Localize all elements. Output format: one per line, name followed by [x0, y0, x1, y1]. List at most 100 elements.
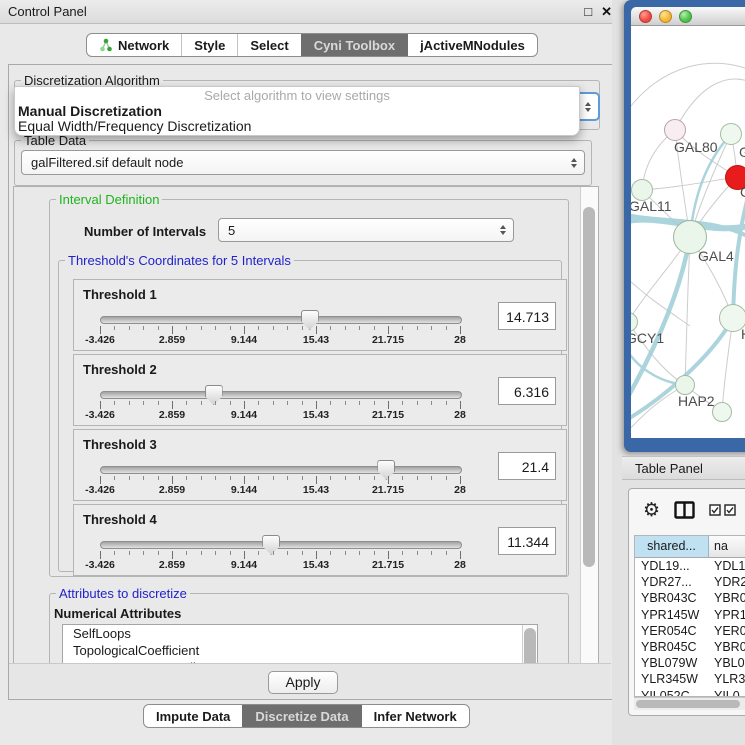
tab-network[interactable]: Network [87, 34, 181, 56]
attributes-group-title: Attributes to discretize [56, 586, 190, 601]
apply-button[interactable]: Apply [268, 671, 338, 694]
attribute-list-item[interactable]: TopologicalCoefficient [63, 642, 537, 659]
table-cell[interactable]: YER0 [708, 623, 745, 639]
tick-mark [287, 326, 288, 330]
network-canvas[interactable]: GAL80GCGAL11GAL4GCY1HHAP2 [631, 26, 745, 438]
tab-cyni-toolbox[interactable]: Cyni Toolbox [301, 34, 407, 56]
tab-jactivemnodules-label: jActiveMNodules [420, 38, 525, 53]
table-row[interactable]: YBR043CYBR0 [635, 590, 745, 606]
tab-discretize-data[interactable]: Discretize Data [242, 705, 360, 727]
num-intervals-value: 5 [228, 223, 235, 238]
column-header-name[interactable]: na [709, 536, 745, 557]
close-window-icon[interactable]: ✕ [601, 4, 612, 20]
table-cell[interactable]: YDL19... [635, 558, 708, 574]
table-row[interactable]: YBL079WYBL0 [635, 655, 745, 671]
table-horizontal-scrollbar-thumb[interactable] [636, 700, 740, 708]
control-panel-titlebar: Control Panel □ ✕ [0, 0, 620, 24]
float-window-icon[interactable]: □ [584, 4, 592, 20]
algorithm-dropdown-popup: Select algorithm to view settings Manual… [14, 86, 580, 136]
zoom-traffic-light-icon[interactable] [679, 10, 692, 23]
table-row[interactable]: YLR345WYLR3 [635, 671, 745, 687]
table-cell[interactable]: YLR345W [635, 671, 708, 687]
table-cell[interactable]: YPR1 [708, 607, 745, 623]
threshold-slider[interactable] [100, 316, 462, 324]
tick-mark [374, 326, 375, 330]
network-node[interactable] [675, 375, 695, 395]
tick-mark [446, 551, 447, 555]
table-cell[interactable]: YIL0 [708, 688, 745, 698]
tab-infer-network[interactable]: Infer Network [361, 705, 469, 727]
threshold-slider[interactable] [100, 391, 462, 399]
threshold-slider[interactable] [100, 541, 462, 549]
table-cell[interactable]: YBL0 [708, 655, 745, 671]
tick-mark [273, 401, 274, 405]
tick-mark [230, 401, 231, 405]
network-node[interactable] [664, 119, 686, 141]
table-cell[interactable]: YBL079W [635, 655, 708, 671]
table-panel-title: Table Panel [635, 461, 703, 476]
attribute-list-item[interactable]: SelfLoops [63, 625, 537, 642]
checkbox-checked-icon[interactable] [709, 504, 721, 516]
tick-mark [374, 401, 375, 405]
table-row[interactable]: YIL052CYIL0 [635, 688, 745, 698]
tab-style[interactable]: Style [181, 34, 237, 56]
tick-mark [345, 401, 346, 405]
network-node-label: GAL4 [698, 248, 734, 264]
network-view-window[interactable]: GAL80GCGAL11GAL4GCY1HHAP2 [624, 0, 745, 452]
algorithm-option[interactable]: Equal Width/Frequency Discretization [18, 118, 251, 134]
control-panel-title: Control Panel [8, 4, 87, 19]
tick-mark [330, 401, 331, 405]
network-node[interactable] [720, 123, 742, 145]
network-window-titlebar[interactable] [631, 7, 745, 26]
minimize-traffic-light-icon[interactable] [659, 10, 672, 23]
tick-mark [273, 551, 274, 555]
table-cell[interactable]: YBR0 [708, 590, 745, 606]
tick-mark [244, 401, 245, 409]
threshold-value-field[interactable]: 21.4 [498, 452, 556, 480]
tick-mark [201, 326, 202, 330]
num-intervals-combobox[interactable]: 5 [218, 218, 514, 242]
table-data-combobox[interactable]: galFiltered.sif default node [21, 150, 585, 175]
algorithm-option[interactable]: Manual Discretization [18, 103, 162, 119]
table-row[interactable]: YDR27...YDR2 [635, 574, 745, 590]
table-data-group: Table Data galFiltered.sif default node [14, 140, 592, 186]
table-row[interactable]: YDL19...YDL1 [635, 558, 745, 574]
network-node[interactable] [712, 402, 732, 422]
table-cell[interactable]: YBR0 [708, 639, 745, 655]
tick-label: -3.426 [85, 559, 115, 571]
checkbox-checked-icon[interactable] [724, 504, 736, 516]
threshold-slider[interactable] [100, 466, 462, 474]
tick-mark [201, 551, 202, 555]
threshold-value-field[interactable]: 11.344 [498, 527, 556, 555]
table-row[interactable]: YBR045CYBR0 [635, 639, 745, 655]
tab-jactivemnodules[interactable]: jActiveMNodules [407, 34, 537, 56]
network-node-label: C [740, 184, 745, 200]
table-cell[interactable]: YDR2 [708, 574, 745, 590]
table-horizontal-scrollbar[interactable] [634, 697, 745, 710]
settings-scrollbar[interactable] [580, 187, 598, 679]
threshold-value-field[interactable]: 14.713 [498, 302, 556, 330]
table-cell[interactable]: YLR3 [708, 671, 745, 687]
tick-label: 2.859 [159, 409, 185, 421]
table-cell[interactable]: YIL052C [635, 688, 708, 698]
close-traffic-light-icon[interactable] [639, 10, 652, 23]
settings-scrollbar-thumb[interactable] [583, 207, 595, 567]
tick-mark [359, 551, 360, 555]
table-row[interactable]: YER054CYER0 [635, 623, 745, 639]
table-cell[interactable]: YDL1 [708, 558, 745, 574]
tick-mark [388, 401, 389, 409]
table-cell[interactable]: YDR27... [635, 574, 708, 590]
table-cell[interactable]: YPR145W [635, 607, 708, 623]
split-columns-icon[interactable] [674, 501, 695, 519]
table-cell[interactable]: YBR045C [635, 639, 708, 655]
tick-mark [201, 476, 202, 480]
threshold-value-field[interactable]: 6.316 [498, 377, 556, 405]
apply-strip: Apply [9, 663, 611, 698]
column-header-shared-name[interactable]: shared... [635, 536, 709, 557]
tab-impute-data[interactable]: Impute Data [144, 705, 242, 727]
table-cell[interactable]: YER054C [635, 623, 708, 639]
gear-icon[interactable]: ⚙ [643, 500, 660, 520]
table-cell[interactable]: YBR043C [635, 590, 708, 606]
tab-select[interactable]: Select [237, 34, 300, 56]
table-row[interactable]: YPR145WYPR1 [635, 607, 745, 623]
